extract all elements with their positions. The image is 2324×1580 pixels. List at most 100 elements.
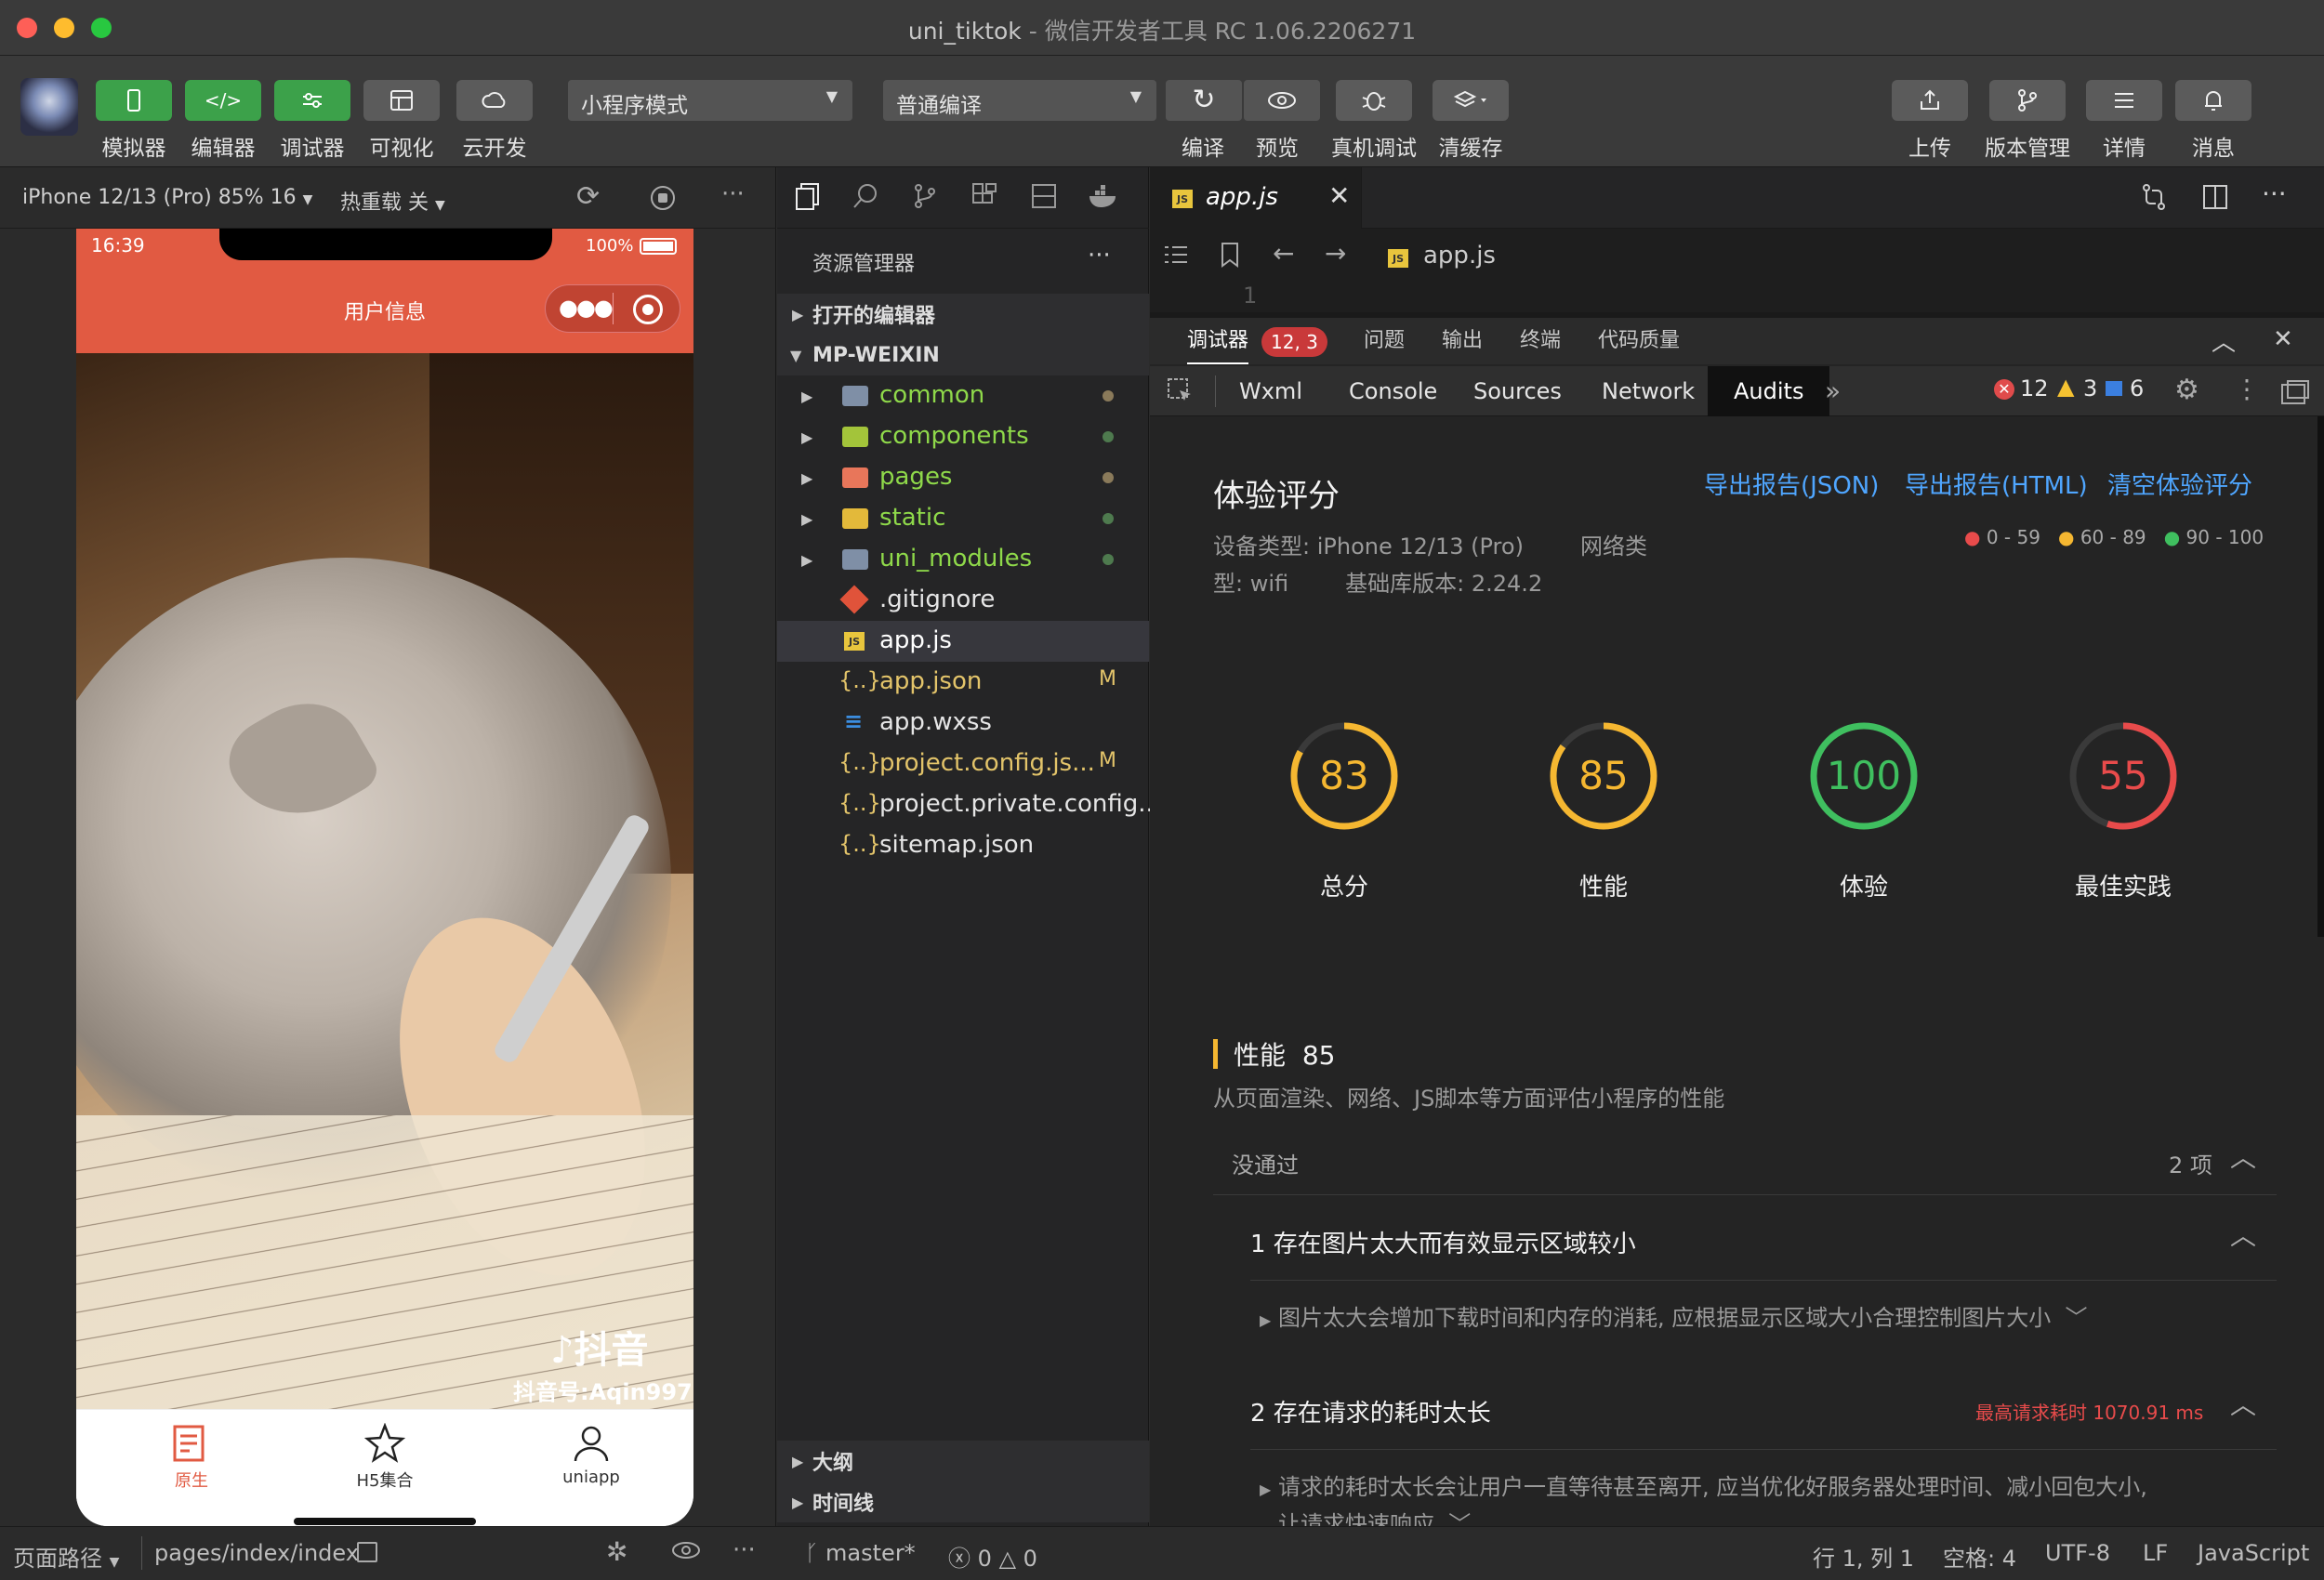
file-tree-item[interactable]: JS app.js [777,621,1149,662]
problems-status[interactable]: ⓧ 0 △ 0 [948,1540,1037,1573]
more-tabs-icon[interactable]: » [1825,375,1841,406]
close-capsule-icon[interactable] [633,295,663,324]
file-tree-item[interactable]: ≡ app.wxss [777,703,1149,744]
bug-icon[interactable]: ✲ [606,1536,627,1567]
tab-output[interactable]: 输出 [1442,318,1483,364]
preview-button[interactable] [1244,80,1320,121]
git-branch[interactable]: ᚴ master* [805,1540,916,1566]
export-html-link[interactable]: 导出报告(HTML) [1905,467,2088,501]
indent-spaces[interactable]: 空格: 4 [1943,1540,2016,1573]
tab-terminal[interactable]: 终端 [1520,318,1561,364]
eye-icon[interactable] [671,1540,701,1566]
issue-1-detail[interactable]: ▶ 图片太大会增加下载时间和内存的消耗, 应根据显示区域大小合理控制图片大小 ﹀ [1260,1299,2087,1332]
file-tree-item[interactable]: ▶ pages [777,457,1149,498]
list-icon[interactable] [1163,244,1189,270]
issue-1[interactable]: 1 存在图片太大而有效显示区域较小 ︿ [1250,1197,2277,1281]
close-tab-icon[interactable]: ✕ [1328,180,1350,211]
capsule-menu[interactable]: ●●● [545,284,680,333]
compile-button[interactable]: ↻ [1166,80,1242,121]
export-json-link[interactable]: 导出报告(JSON) [1704,467,1879,501]
clear-cache-button[interactable] [1433,80,1509,121]
details-button[interactable] [2086,80,2162,121]
file-tree-item[interactable]: .gitignore [777,580,1149,621]
avatar[interactable] [20,78,78,136]
gear-icon[interactable]: ⚙ [2174,374,2199,406]
docker-icon[interactable] [1088,182,1121,214]
file-tree-item[interactable]: ▶ static [777,498,1149,539]
file-tree-item[interactable]: {..} sitemap.json [777,825,1149,866]
split-editor-icon[interactable] [2202,184,2228,214]
tab-h5[interactable]: H5集合 [338,1422,431,1492]
info-count[interactable]: 6 [2130,375,2144,402]
file-tree-item[interactable]: ▶ uni_modules [777,539,1149,580]
encoding[interactable]: UTF-8 [2045,1540,2110,1566]
explorer-more-icon[interactable]: ··· [1088,242,1111,270]
editor-toggle-button[interactable]: </> [185,80,261,121]
close-panel-icon[interactable]: ✕ [2273,325,2293,353]
version-button[interactable] [1989,80,2066,121]
extensions-icon[interactable] [971,182,998,214]
video-photo[interactable]: ♪抖音 抖音号:Aqin997 [76,353,693,1409]
tab-debugger[interactable]: 调试器 [1187,318,1249,364]
simulator-toggle-button[interactable] [96,80,172,121]
bookmark-icon[interactable] [1219,242,1241,271]
inspect-element-icon[interactable] [1167,377,1195,411]
more-dots-icon[interactable]: ●●● [559,295,614,321]
remote-debug-button[interactable] [1336,80,1412,121]
dock-icon[interactable] [2280,379,2310,411]
more-icon[interactable]: ··· [721,180,745,208]
file-tree-item[interactable]: ▶ components [777,416,1149,457]
more-icon[interactable]: ··· [733,1536,756,1564]
tab-network[interactable]: Network [1587,366,1710,416]
copy-icon[interactable] [357,1542,377,1562]
tab-sources[interactable]: Sources [1459,366,1577,416]
mp-weixin-section[interactable]: ▼ MP-WEIXIN [777,335,1149,375]
page-path[interactable]: pages/index/index [154,1540,359,1566]
open-editors-section[interactable]: ▶ 打开的编辑器 [777,294,1149,335]
breadcrumb[interactable]: app.js [1423,242,1496,270]
page-path-select[interactable]: 页面路径 ▼ [13,1540,119,1573]
file-tree-item[interactable]: ▶ common [777,375,1149,416]
warning-count[interactable]: 3 [2083,375,2097,402]
tab-uniapp[interactable]: uniapp [545,1423,638,1487]
messages-button[interactable] [2175,80,2251,121]
tab-native[interactable]: 原生 [145,1423,238,1492]
clear-score-link[interactable]: 清空体验评分 [2107,467,2252,501]
forward-arrow-icon[interactable]: → [1325,238,1346,269]
hot-reload-select[interactable]: 热重载 关 ▼ [340,186,445,216]
upload-button[interactable] [1892,80,1968,121]
issue-2-detail[interactable]: ▶ 请求的耗时太长会让用户一直等待甚至离开, 应当优化好服务器处理时间、减小回包… [1260,1468,2147,1501]
search-icon[interactable] [852,182,879,214]
issue-2[interactable]: 2 存在请求的耗时太长 最高请求耗时 1070.91 ms ︿ [1250,1366,2277,1450]
failed-group[interactable]: 没通过 2 项 ︿ [1213,1126,2277,1195]
mode-select[interactable]: 小程序模式 ▼ [568,80,852,121]
tab-wxml[interactable]: Wxml [1224,366,1317,416]
back-arrow-icon[interactable]: ← [1273,238,1294,269]
source-control-icon[interactable] [911,182,939,214]
tab-code-quality[interactable]: 代码质量 [1598,318,1680,364]
timeline-section[interactable]: ▶ 时间线 [777,1481,1149,1522]
visual-button[interactable] [363,80,440,121]
line-ending[interactable]: LF [2143,1540,2168,1566]
debugger-toggle-button[interactable] [274,80,350,121]
language-mode[interactable]: JavaScript [2198,1540,2309,1566]
kebab-menu-icon[interactable]: ⋮ [2234,374,2260,404]
file-tree-item[interactable]: {..} app.json M [777,662,1149,703]
compile-select[interactable]: 普通编译 ▼ [883,80,1156,121]
cursor-position[interactable]: 行 1, 列 1 [1813,1540,1914,1573]
record-icon[interactable] [651,186,675,210]
more-actions-icon[interactable]: ··· [2262,178,2287,209]
editor-tab-appjs[interactable]: JS app.js ✕ [1150,167,1362,229]
tab-console[interactable]: Console [1334,366,1452,416]
tab-audits[interactable]: Audits [1708,366,1830,416]
file-tree-item[interactable]: {..} project.config.js... M [777,744,1149,784]
chevron-up-icon[interactable]: ︿ [2212,323,2236,358]
cloud-dev-button[interactable] [456,80,533,121]
storage-icon[interactable] [1030,182,1058,214]
compare-icon[interactable] [2140,182,2168,216]
tab-problems[interactable]: 问题 [1364,318,1405,364]
file-tree-item[interactable]: {..} project.private.config... [777,784,1161,825]
scrollbar[interactable] [2317,416,2324,937]
files-icon[interactable] [794,182,822,210]
outline-section[interactable]: ▶ 大纲 [777,1441,1149,1481]
